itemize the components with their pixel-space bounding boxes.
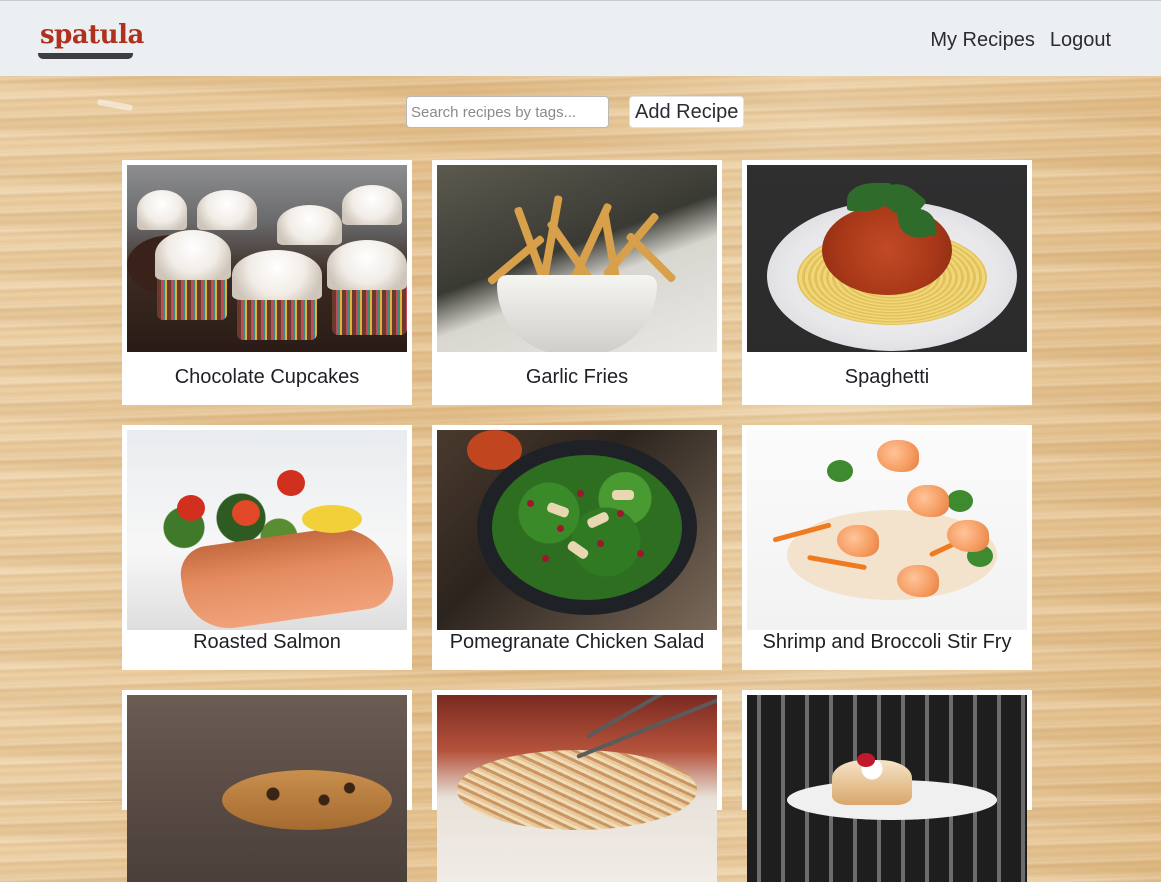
navbar: spatula My Recipes Logout [0, 0, 1161, 76]
recipe-card-noodles[interactable] [432, 690, 722, 882]
recipe-card-spaghetti[interactable]: Spaghetti [742, 160, 1032, 405]
shrimp-photo [747, 430, 1027, 630]
tag-search-input[interactable] [406, 96, 609, 128]
recipe-card-cookies[interactable] [122, 690, 412, 882]
recipe-card-pomegranate-chicken-salad[interactable]: Pomegranate Chicken Salad [432, 425, 722, 670]
add-recipe-button[interactable]: Add Recipe [629, 96, 745, 128]
dessert-photo [747, 695, 1027, 882]
recipe-grid: Chocolate Cupcakes Garlic Fries Spaghett… [122, 160, 1032, 882]
cookie-photo [127, 695, 407, 882]
salmon-photo [127, 430, 407, 630]
cupcakes-photo [127, 165, 407, 352]
recipe-card-shrimp-broccoli-stir-fry[interactable]: Shrimp and Broccoli Stir Fry [742, 425, 1032, 670]
recipe-card-roasted-salmon[interactable]: Roasted Salmon [122, 425, 412, 670]
salad-photo [437, 430, 717, 630]
my-recipes-link[interactable]: My Recipes [930, 27, 1034, 53]
spatula-logo[interactable]: spatula [38, 21, 146, 51]
nav-links: My Recipes Logout [930, 27, 1111, 53]
wood-highlight [96, 98, 134, 112]
recipe-title: Roasted Salmon [193, 631, 341, 653]
noodles-photo [437, 695, 717, 882]
spaghetti-photo [747, 165, 1027, 352]
recipe-card-garlic-fries[interactable]: Garlic Fries [432, 160, 722, 405]
recipe-card-dessert[interactable] [742, 690, 1032, 882]
recipe-toolbar: Add Recipe [406, 96, 745, 128]
logo-underline [38, 53, 133, 59]
recipe-card-chocolate-cupcakes[interactable]: Chocolate Cupcakes [122, 160, 412, 405]
recipe-title: Garlic Fries [525, 366, 629, 388]
recipe-title: Chocolate Cupcakes [174, 366, 360, 388]
recipe-title: Spaghetti [844, 366, 930, 388]
logout-link[interactable]: Logout [1050, 27, 1111, 53]
recipe-title: Shrimp and Broccoli Stir Fry [762, 631, 1012, 653]
fries-photo [437, 165, 717, 352]
recipe-title: Pomegranate Chicken Salad [449, 631, 705, 653]
